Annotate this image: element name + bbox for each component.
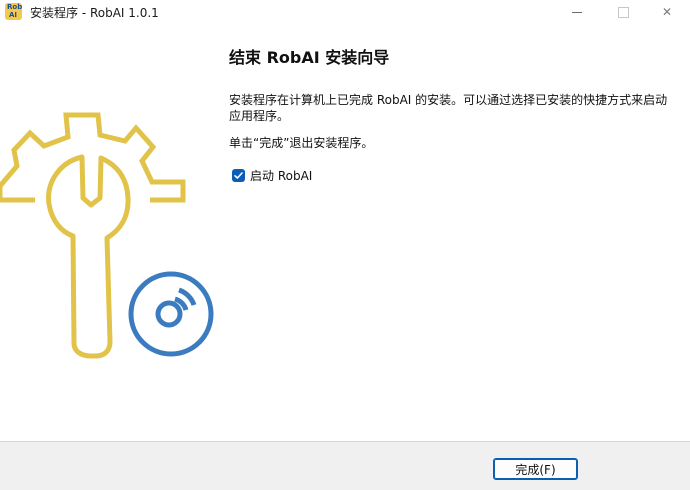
disc-icon — [128, 271, 214, 357]
finish-button[interactable]: 完成(F) — [493, 458, 578, 480]
app-icon-text-top: Rob — [7, 3, 23, 11]
close-icon: ✕ — [661, 5, 673, 19]
minimize-button[interactable] — [554, 0, 600, 24]
page-title: 结束 RobAI 安装向导 — [229, 48, 390, 67]
gear-icon — [0, 112, 186, 203]
wizard-sidebar-image — [0, 112, 214, 359]
minimize-icon — [572, 11, 582, 13]
app-icon: Rob AI — [5, 3, 22, 20]
launch-app-label[interactable]: 启动 RobAI — [250, 167, 312, 184]
checkmark-icon — [234, 171, 243, 179]
maximize-button[interactable] — [600, 0, 646, 24]
wrench-icon — [46, 154, 131, 359]
app-icon-text-bottom: AI — [9, 11, 18, 19]
finish-instruction: 单击“完成”退出安装程序。 — [229, 136, 374, 150]
maximize-icon — [617, 6, 629, 18]
completion-message: 安装程序在计算机上已完成 RobAI 的安装。可以通过选择已安装的快捷方式来启动… — [229, 93, 668, 123]
close-button[interactable]: ✕ — [644, 0, 690, 24]
window-title: 安装程序 - RobAI 1.0.1 — [30, 6, 159, 20]
footer-bar: 完成(F) — [0, 441, 690, 490]
launch-app-checkbox-row[interactable]: 启动 RobAI — [232, 167, 312, 183]
title-bar: Rob AI 安装程序 - RobAI 1.0.1 ✕ — [0, 0, 690, 24]
launch-app-checkbox[interactable] — [232, 168, 245, 182]
